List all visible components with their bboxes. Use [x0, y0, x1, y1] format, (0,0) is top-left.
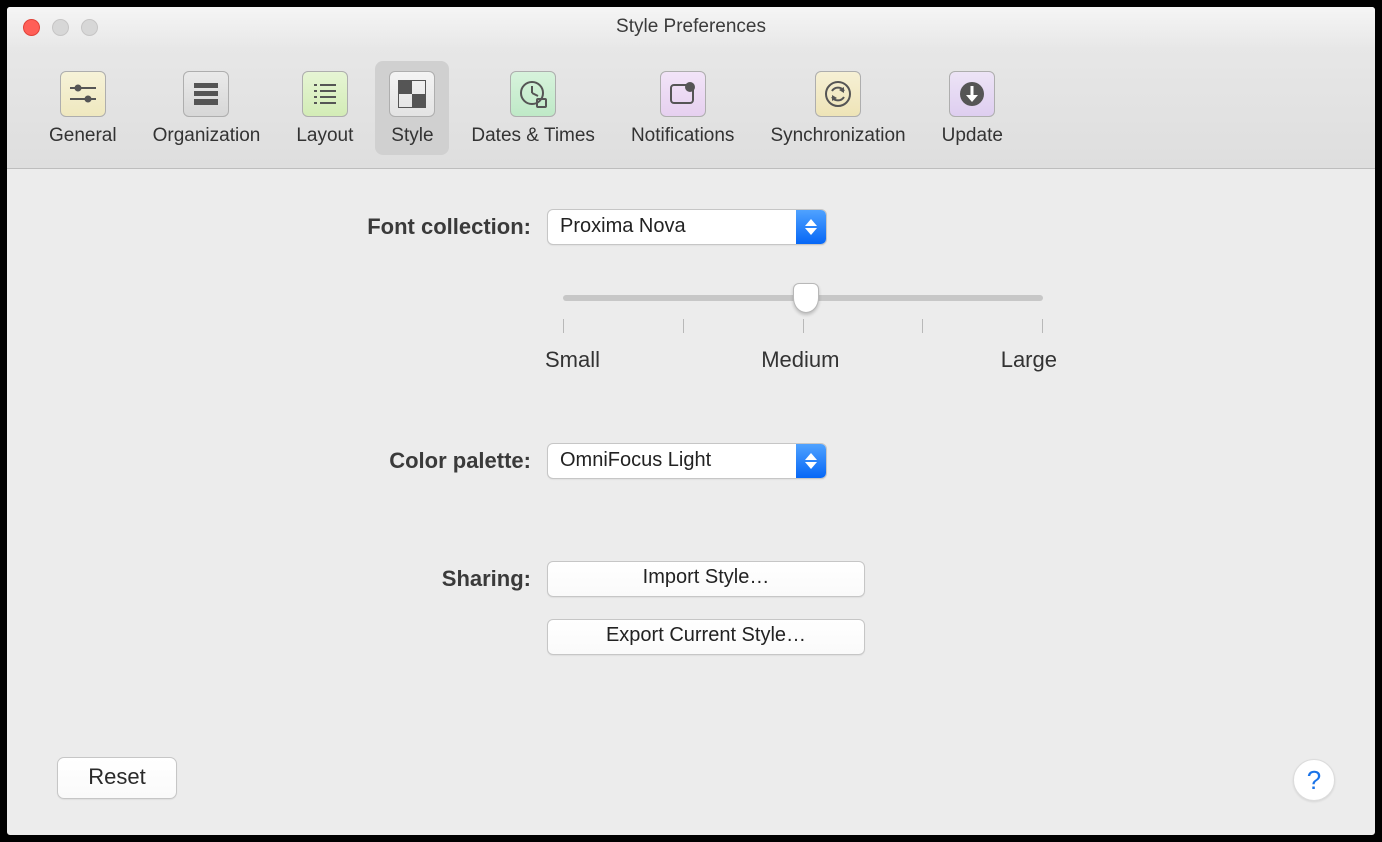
content-area: Font collection: Proxima Nova — [7, 169, 1375, 835]
titlebar: Style Preferences — [7, 7, 1375, 47]
window-title: Style Preferences — [7, 16, 1375, 38]
sharing-label: Sharing: — [7, 566, 547, 592]
color-palette-value: OmniFocus Light — [548, 444, 796, 478]
minimize-window-button[interactable] — [52, 19, 69, 36]
slider-ticks — [563, 319, 1043, 333]
export-style-button[interactable]: Export Current Style… — [547, 619, 865, 655]
checker-icon — [389, 71, 435, 117]
chevron-up-down-icon — [796, 444, 826, 478]
list-icon — [302, 71, 348, 117]
tab-label: Style — [391, 125, 433, 147]
stack-icon — [183, 71, 229, 117]
notification-icon — [660, 71, 706, 117]
slider-label-small: Small — [545, 347, 600, 373]
help-button[interactable]: ? — [1293, 759, 1335, 801]
download-icon — [949, 71, 995, 117]
zoom-window-button[interactable] — [81, 19, 98, 36]
clock-icon — [510, 71, 556, 117]
color-palette-label: Color palette: — [7, 448, 547, 474]
tab-layout[interactable]: Layout — [282, 61, 367, 155]
sliders-icon — [60, 71, 106, 117]
import-style-button[interactable]: Import Style… — [547, 561, 865, 597]
tab-label: Update — [942, 125, 1003, 147]
help-icon: ? — [1307, 765, 1321, 796]
chevron-up-down-icon — [796, 210, 826, 244]
tab-label: Layout — [296, 125, 353, 147]
tab-label: Synchronization — [770, 125, 905, 147]
slider-label-large: Large — [1001, 347, 1057, 373]
tab-style[interactable]: Style — [375, 61, 449, 155]
tab-general[interactable]: General — [35, 61, 131, 155]
tab-notifications[interactable]: Notifications — [617, 61, 749, 155]
tab-update[interactable]: Update — [928, 61, 1017, 155]
tab-dates-times[interactable]: Dates & Times — [457, 61, 609, 155]
slider-thumb[interactable] — [793, 283, 819, 313]
close-window-button[interactable] — [23, 19, 40, 36]
tab-label: General — [49, 125, 117, 147]
font-collection-label: Font collection: — [7, 214, 547, 240]
sync-icon — [815, 71, 861, 117]
font-collection-value: Proxima Nova — [548, 210, 796, 244]
preferences-toolbar: General Organization — [7, 47, 1375, 169]
tab-organization[interactable]: Organization — [139, 61, 275, 155]
font-collection-popup[interactable]: Proxima Nova — [547, 209, 827, 245]
tab-synchronization[interactable]: Synchronization — [756, 61, 919, 155]
tab-label: Notifications — [631, 125, 735, 147]
font-size-slider[interactable] — [563, 295, 1043, 301]
slider-label-medium: Medium — [761, 347, 839, 373]
slider-labels: Small Medium Large — [563, 347, 1043, 373]
preferences-window: Style Preferences General — [0, 0, 1382, 842]
tab-label: Dates & Times — [471, 125, 595, 147]
font-size-slider-group: Small Medium Large — [563, 295, 1043, 373]
window-controls — [7, 19, 98, 36]
reset-button[interactable]: Reset — [57, 757, 177, 799]
color-palette-popup[interactable]: OmniFocus Light — [547, 443, 827, 479]
tab-label: Organization — [153, 125, 261, 147]
